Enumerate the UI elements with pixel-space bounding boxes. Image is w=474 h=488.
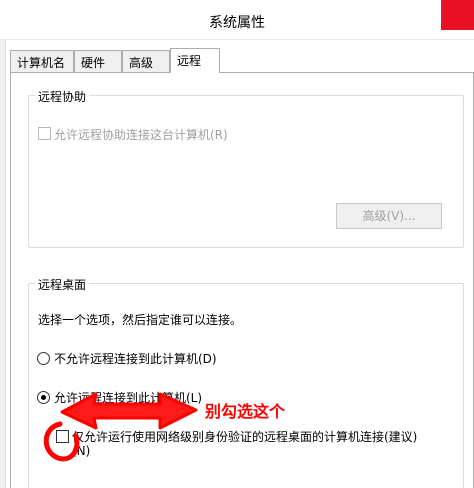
disallow-remote-radio[interactable] [37, 352, 50, 365]
remote-desktop-title: 远程桌面 [35, 276, 90, 293]
allow-remote-assistance-label: 允许远程协助连接这台计算机(R) [54, 128, 228, 142]
tab-advanced[interactable]: 高级 [122, 50, 170, 72]
allow-remote-assistance-checkbox[interactable] [38, 127, 51, 140]
annotation-text: 别勾选这个 [205, 402, 286, 421]
radio-selected-dot [41, 395, 46, 400]
tab-hardware[interactable]: 硬件 [74, 50, 122, 72]
disallow-remote-label: 不允许远程连接到此计算机(D) [54, 352, 217, 366]
nla-only-label-shortcut: (N) [72, 444, 91, 458]
advanced-button[interactable]: 高级(V)... [336, 203, 442, 229]
remote-assistance-title: 远程协助 [35, 88, 90, 105]
allow-remote-radio[interactable] [37, 391, 50, 404]
nla-only-checkbox[interactable] [56, 430, 69, 443]
allow-remote-label: 允许远程连接到此计算机(L) [54, 391, 203, 405]
window-title: 系统属性 [209, 15, 265, 31]
tab-remote[interactable]: 远程 [170, 48, 220, 73]
window-left-edge [0, 0, 6, 488]
close-button[interactable] [441, 0, 474, 30]
tab-computer-name[interactable]: 计算机名 [10, 50, 74, 72]
remote-desktop-instruction: 选择一个选项，然后指定谁可以连接。 [38, 313, 243, 327]
title-bar: 系统属性 [0, 0, 474, 40]
nla-only-label: 仅允许运行使用网络级别身份验证的远程桌面的计算机连接(建议) [72, 430, 418, 444]
titlebar-divider [0, 39, 474, 40]
